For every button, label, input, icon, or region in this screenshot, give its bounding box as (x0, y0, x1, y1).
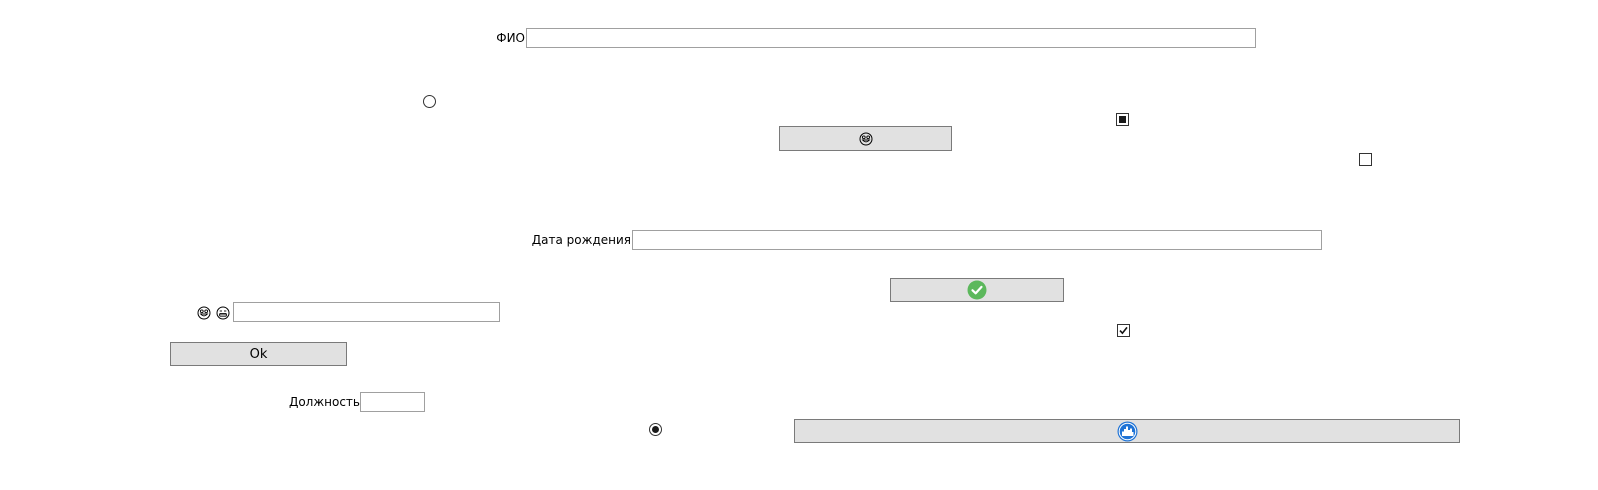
radio-option-top[interactable] (423, 95, 436, 108)
ok-button[interactable]: Ok (170, 342, 347, 366)
birthdate-input[interactable] (632, 230, 1322, 250)
checkmark-icon (1119, 326, 1128, 335)
smiling-face-icon (216, 306, 230, 320)
position-input[interactable] (360, 392, 425, 412)
checkbox-top[interactable] (1116, 113, 1129, 126)
checkbox-bottom[interactable] (1117, 324, 1130, 337)
green-check-icon (967, 280, 987, 300)
fio-input[interactable] (526, 28, 1256, 48)
birthdate-label: Дата рождения (531, 233, 631, 247)
checkbox-middle[interactable] (1359, 153, 1372, 166)
city-button[interactable] (794, 419, 1460, 443)
radio-option-bottom[interactable] (649, 423, 662, 436)
confirm-button[interactable] (890, 278, 1064, 302)
position-label: Должность (288, 395, 360, 409)
emoji-button[interactable] (779, 126, 952, 151)
fio-label: ФИО (496, 31, 525, 45)
emoji-label-group (197, 305, 230, 321)
blue-city-icon (1117, 421, 1137, 441)
emoji-input[interactable] (233, 302, 500, 322)
grinning-face-icon (197, 306, 211, 320)
grinning-face-icon (859, 132, 872, 145)
